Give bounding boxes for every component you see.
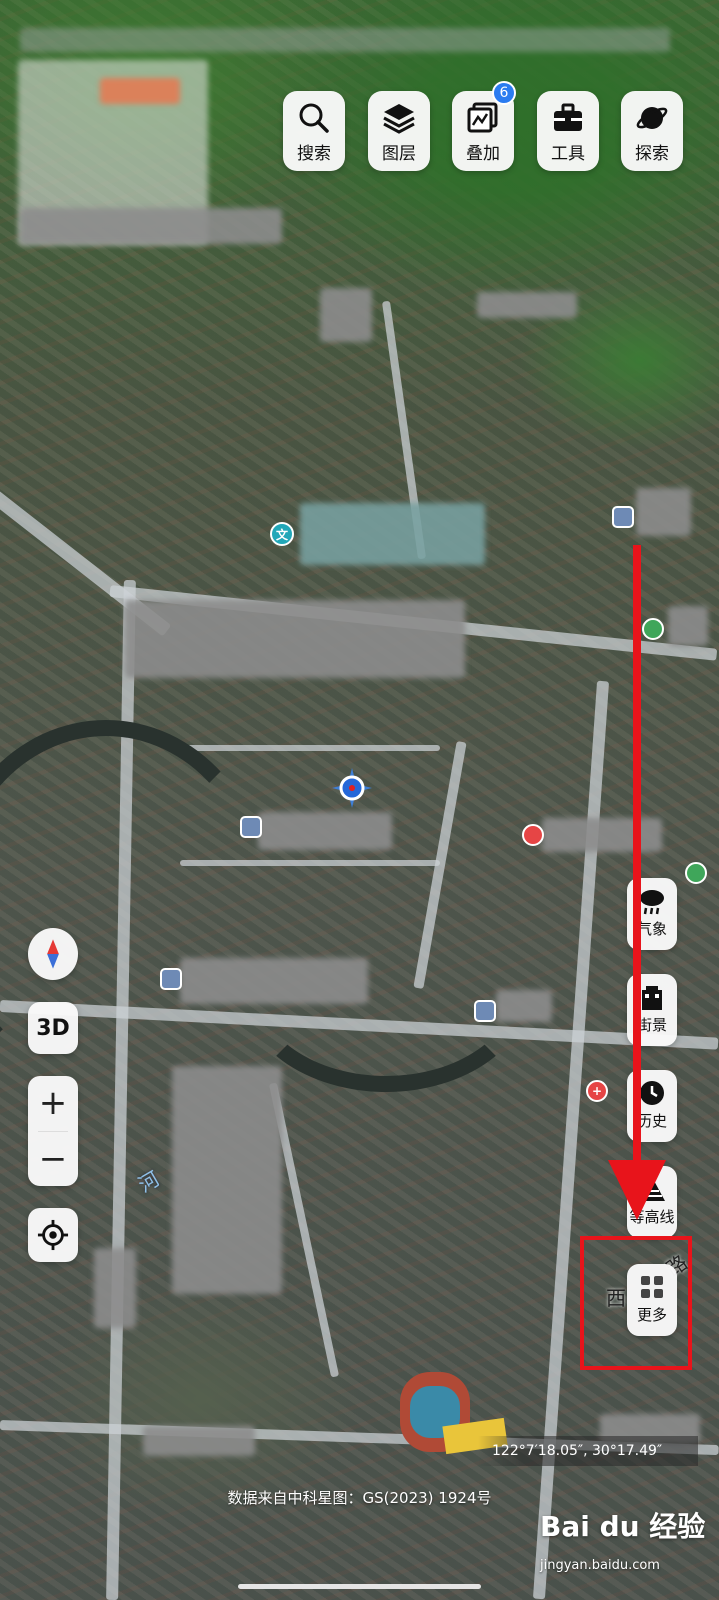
annotation-arrow-shaft [633,545,641,1190]
blurred-label [20,208,282,244]
blurred-label [94,1248,136,1328]
watermark-url: jingyan.baidu.com [540,1558,660,1573]
blurred-label [143,1426,255,1456]
coordinates-readout: 122°7′18.05″, 30°17.49″ [478,1436,698,1466]
blurred-label [172,1066,282,1294]
overlay-label: 叠加 [466,144,500,164]
overlay-button[interactable]: 叠加 6 [452,81,516,171]
blurred-label [125,600,465,678]
compass-button[interactable] [28,928,78,980]
blurred-label [636,488,691,536]
baidu-jingyan-watermark: Bai du 经验 [540,1510,706,1543]
layers-icon [383,104,415,134]
search-button[interactable]: 搜索 [283,91,345,171]
3d-toggle-button[interactable]: 3D [28,1002,78,1054]
annotation-highlight-box [580,1236,692,1370]
overlay-count-badge: 6 [492,81,516,105]
blurred-label [258,812,392,850]
blurred-label [300,503,485,565]
blurred-label [180,958,368,1004]
education-poi-icon[interactable]: 文 [270,522,294,546]
building-icon [642,986,662,1010]
locate-me-button[interactable] [28,1208,78,1262]
history-label: 历史 [636,1112,667,1130]
planet-icon [636,107,668,129]
crosshair-icon [37,1219,69,1251]
cloud-rain-icon [640,890,664,915]
search-label: 搜索 [297,144,331,164]
annotation-arrow-head [608,1160,666,1220]
blurred-label [542,818,662,852]
explore-label: 探索 [635,144,669,164]
overlay-icon [467,102,498,133]
toolbox-icon [554,103,582,131]
blurred-label [20,28,670,52]
school-poi-icon[interactable] [474,1000,496,1022]
tools-label: 工具 [551,144,585,164]
map-road [180,745,440,751]
hospital-poi-icon[interactable]: + [586,1080,608,1102]
current-location-icon [332,768,372,808]
school-poi-icon[interactable] [240,816,262,838]
blurred-label [668,606,708,646]
3d-label: 3D [36,1015,70,1041]
home-indicator[interactable] [238,1584,481,1589]
hospital-poi-icon[interactable] [522,824,544,846]
zoom-out-button[interactable]: − [28,1132,78,1186]
street-view-label: 街景 [636,1016,667,1034]
weather-label: 气象 [636,920,667,938]
blurred-label [100,78,180,104]
school-poi-icon[interactable] [612,506,634,528]
zoom-control: + − [28,1076,78,1186]
river-map-label: 河 [134,1166,164,1198]
park-poi-icon[interactable] [642,618,664,640]
blurred-label [320,288,372,342]
layers-label: 图层 [382,144,416,164]
compass-icon [47,939,59,969]
park-poi-icon[interactable] [685,862,707,884]
zoom-in-button[interactable]: + [28,1076,78,1130]
search-icon [299,103,329,133]
school-poi-icon[interactable] [160,968,182,990]
tools-button[interactable]: 工具 [537,91,599,171]
blurred-label [477,292,577,318]
clock-icon [640,1081,664,1105]
explore-button[interactable]: 探索 [621,91,683,171]
layers-button[interactable]: 图层 [368,91,430,171]
blurred-label [496,990,552,1022]
